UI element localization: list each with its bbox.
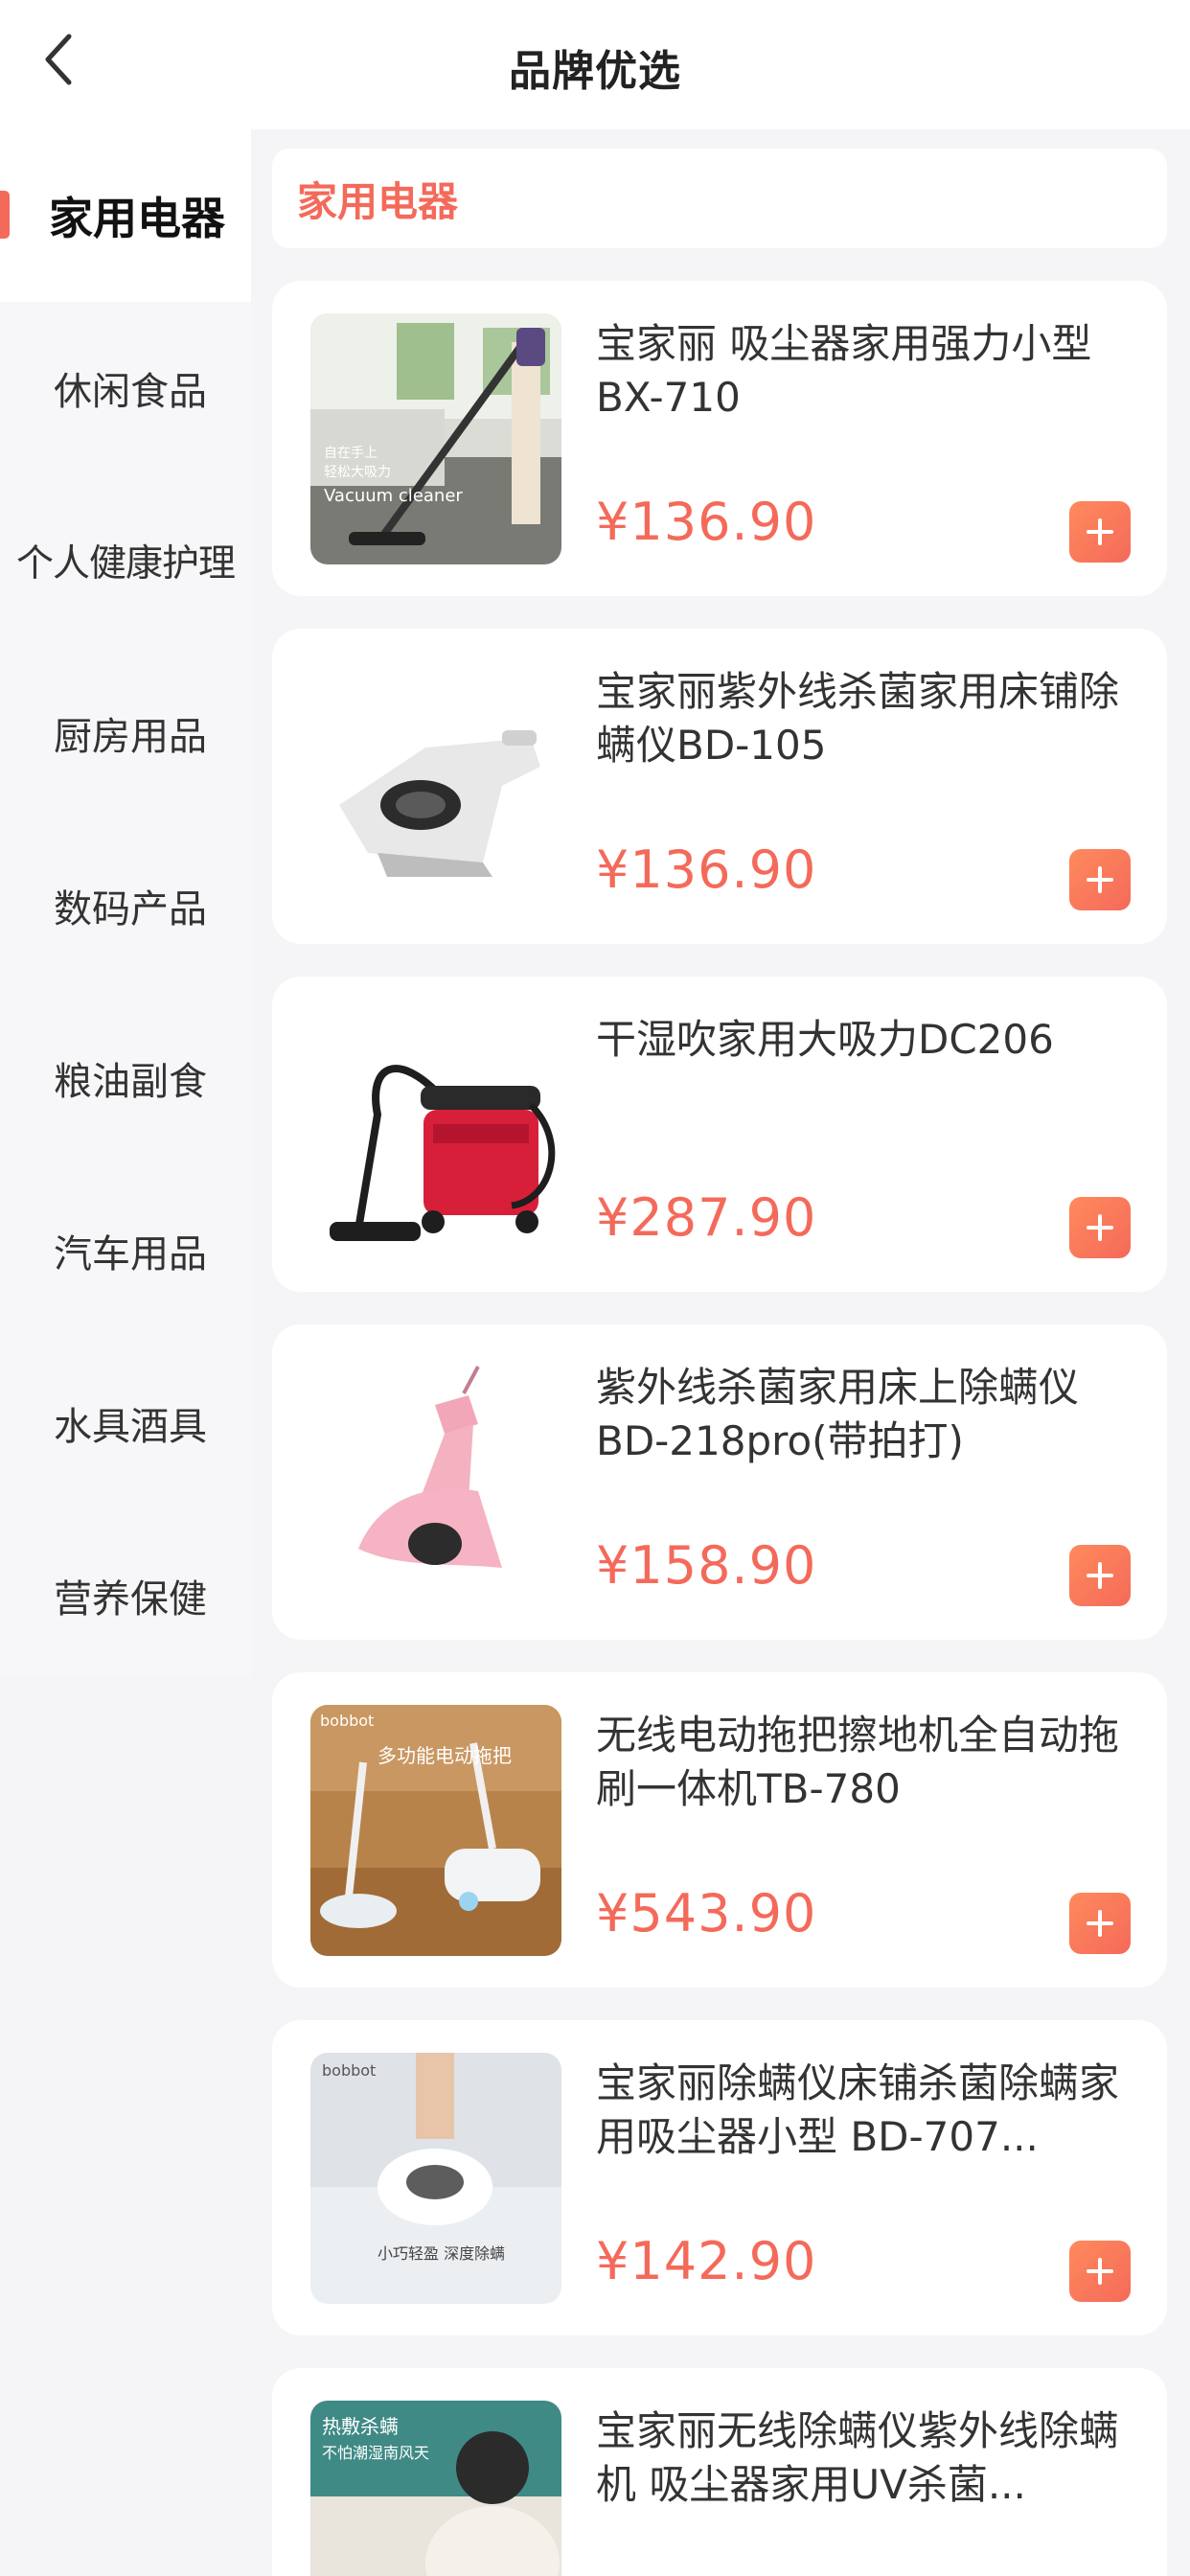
svg-text:bobbot: bobbot [320,1712,374,1730]
product-card[interactable]: bobbot 小巧轻盈 深度除螨 宝家丽除螨仪床铺杀菌除螨家用吸尘器小型 BD-… [272,2020,1167,2335]
top-nav-bar: 品牌优选 [0,0,1190,129]
sidebar-item-label: 粮油副食 [54,1060,207,1104]
plus-icon [1087,1910,1113,1937]
product-card[interactable]: 宝家丽紫外线杀菌家用床铺除螨仪BD-105 ¥136.90 [272,629,1167,944]
category-sidebar: 家用电器 休闲食品 个人健康护理 厨房用品 数码产品 粮油副食 汽车用品 水具酒… [0,129,251,1678]
sidebar-item-label: 个人健康护理 [15,542,236,586]
product-card[interactable]: 干湿吹家用大吸力DC206 ¥287.90 [272,977,1167,1292]
product-image[interactable] [310,1357,561,1608]
plus-icon [1087,1562,1113,1589]
svg-text:热敷杀螨: 热敷杀螨 [322,2415,399,2438]
app-root: 品牌优选 家用电器 休闲食品 个人健康护理 厨房用品 数码产品 粮油副食 汽车用… [0,0,1190,2576]
plus-icon [1087,2258,1113,2285]
product-card[interactable]: bobbot 多功能电动拖把 无线电动拖把擦地机全自动拖刷一体机TB-780 ¥… [272,1672,1167,1988]
svg-text:bobbot: bobbot [322,2061,376,2080]
sidebar-item-kitchen[interactable]: 厨房用品 [0,647,251,819]
product-image[interactable] [310,1009,561,1260]
sidebar-item-car[interactable]: 汽车用品 [0,1164,251,1337]
svg-text:轻松大吸力: 轻松大吸力 [324,465,391,480]
sidebar-item-label: 数码产品 [54,887,207,932]
product-name[interactable]: 干湿吹家用大吸力DC206 [596,1013,1133,1067]
add-to-cart-button[interactable] [1069,849,1131,910]
plus-icon [1087,866,1113,893]
product-name[interactable]: 紫外线杀菌家用床上除螨仪BD-218pro(带拍打) [596,1361,1133,1468]
sidebar-item-label: 营养保健 [54,1577,207,1622]
product-image[interactable]: 热敷杀螨 不怕潮湿南风天 [310,2401,561,2576]
svg-text:不怕潮湿南风天: 不怕潮湿南风天 [322,2444,429,2462]
add-to-cart-button[interactable] [1069,1893,1131,1954]
sidebar-item-personal-care[interactable]: 个人健康护理 [0,474,251,647]
sidebar-item-snacks[interactable]: 休闲食品 [0,302,251,474]
sidebar-item-grain-oil[interactable]: 粮油副食 [0,992,251,1164]
sidebar-item-digital[interactable]: 数码产品 [0,819,251,992]
sidebar-item-label: 汽车用品 [54,1232,207,1276]
product-image[interactable]: 自在手上 轻松大吸力 Vacuum cleaner [310,313,561,564]
sidebar-item-nutrition[interactable]: 营养保健 [0,1509,251,1682]
product-image[interactable]: bobbot 小巧轻盈 深度除螨 [310,2053,561,2304]
page-title: 品牌优选 [509,47,681,96]
product-image[interactable] [310,661,561,912]
product-name[interactable]: 宝家丽紫外线杀菌家用床铺除螨仪BD-105 [596,665,1133,772]
sidebar-item-drinkware[interactable]: 水具酒具 [0,1337,251,1509]
product-name[interactable]: 宝家丽 吸尘器家用强力小型BX-710 [596,317,1133,425]
svg-text:Vacuum cleaner: Vacuum cleaner [324,486,463,506]
sidebar-item-household-appliances[interactable]: 家用电器 [0,129,251,302]
product-price: ¥142.90 [596,2231,817,2291]
product-price: ¥136.90 [596,840,817,900]
active-indicator [0,191,10,239]
svg-text:多功能电动拖把: 多功能电动拖把 [378,1744,512,1767]
product-price: ¥136.90 [596,492,817,552]
sidebar-item-label: 家用电器 [49,193,225,244]
add-to-cart-button[interactable] [1069,1197,1131,1258]
product-card[interactable]: 自在手上 轻松大吸力 Vacuum cleaner 宝家丽 吸尘器家用强力小型B… [272,281,1167,596]
svg-text:小巧轻盈 深度除螨: 小巧轻盈 深度除螨 [378,2244,505,2263]
product-card[interactable]: 热敷杀螨 不怕潮湿南风天 宝家丽无线除螨仪紫外线除螨机 吸尘器家用UV杀菌... [272,2368,1167,2576]
plus-icon [1087,518,1113,545]
add-to-cart-button[interactable] [1069,501,1131,563]
product-price: ¥158.90 [596,1535,817,1596]
product-name[interactable]: 宝家丽无线除螨仪紫外线除螨机 吸尘器家用UV杀菌... [596,2404,1133,2512]
sidebar-item-label: 休闲食品 [54,370,207,414]
product-image[interactable]: bobbot 多功能电动拖把 [310,1705,561,1956]
plus-icon [1087,1214,1113,1241]
product-price: ¥287.90 [596,1187,817,1248]
add-to-cart-button[interactable] [1069,1545,1131,1606]
product-price: ¥543.90 [596,1883,817,1944]
section-title: 家用电器 [272,149,1167,248]
product-name[interactable]: 宝家丽除螨仪床铺杀菌除螨家用吸尘器小型 BD-707... [596,2057,1133,2164]
product-name[interactable]: 无线电动拖把擦地机全自动拖刷一体机TB-780 [596,1709,1133,1816]
sidebar-item-label: 厨房用品 [54,715,207,759]
svg-text:自在手上: 自在手上 [324,446,378,461]
add-to-cart-button[interactable] [1069,2241,1131,2302]
sidebar-item-label: 水具酒具 [54,1405,207,1449]
product-card[interactable]: 紫外线杀菌家用床上除螨仪BD-218pro(带拍打) ¥158.90 [272,1324,1167,1640]
product-list: 家用电器 自在手上 轻松大吸力 Vacuum cleaner 宝家丽 吸尘器家用… [272,149,1167,2576]
